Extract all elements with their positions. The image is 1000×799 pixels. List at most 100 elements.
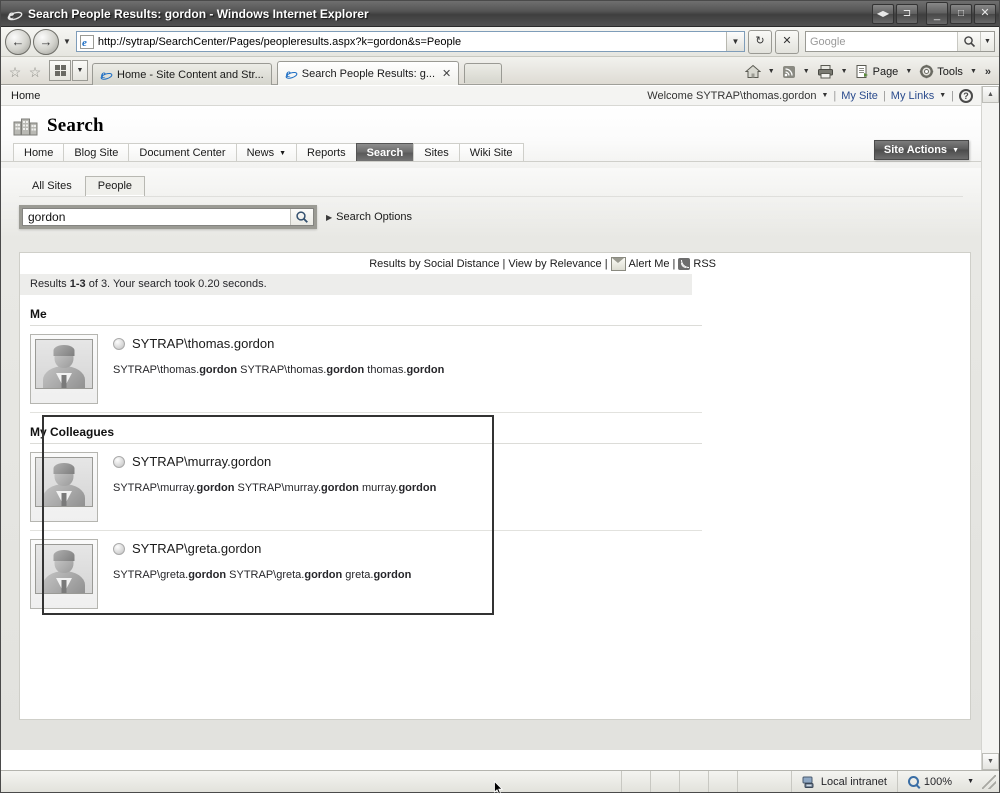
home-caret-icon[interactable]: ▼ [765, 68, 778, 75]
maximize-button[interactable]: □ [950, 3, 972, 24]
nav-item-news[interactable]: News ▼ [235, 143, 298, 162]
person-result-row[interactable]: SYTRAP\thomas.gordon SYTRAP\thomas.gordo… [20, 326, 970, 412]
close-button[interactable]: ✕ [974, 3, 996, 24]
browser-tab-home[interactable]: e Home - Site Content and Str... [92, 63, 272, 85]
address-dropdown-icon[interactable]: ▼ [726, 32, 744, 51]
breadcrumb[interactable]: Home [11, 90, 40, 102]
nav-item-home[interactable]: Home [13, 143, 65, 162]
search-provider-caret-icon[interactable]: ▼ [980, 32, 994, 51]
restore-left-button[interactable]: ◀▶ [872, 3, 894, 24]
add-to-favorites-icon[interactable]: ☆ [25, 60, 45, 84]
nav-label: Wiki Site [469, 147, 513, 159]
zoom-caret-icon[interactable]: ▼ [967, 778, 974, 785]
tab-list-caret-icon[interactable]: ▼ [72, 60, 88, 81]
feeds-icon [782, 65, 795, 78]
print-button[interactable] [814, 62, 837, 81]
person-name-link[interactable]: SYTRAP\greta.gordon [132, 541, 261, 556]
back-button[interactable]: ← [5, 28, 31, 55]
person-name-link[interactable]: SYTRAP\thomas.gordon [132, 336, 274, 351]
security-zone-indicator[interactable]: Local intranet [790, 771, 897, 792]
page-menu-button[interactable]: Page [852, 62, 902, 81]
quick-tabs-button[interactable] [49, 60, 71, 81]
presence-status-icon[interactable] [113, 337, 125, 350]
search-go-button[interactable] [290, 209, 313, 225]
nav-item-reports[interactable]: Reports [296, 143, 357, 162]
search-input[interactable] [806, 35, 957, 48]
page-caret-icon[interactable]: ▼ [902, 68, 915, 75]
people-search-box[interactable] [19, 205, 317, 229]
home-button[interactable] [742, 62, 764, 81]
restore-window-button[interactable]: ⊐ [896, 3, 918, 24]
nav-item-document-center[interactable]: Document Center [128, 143, 237, 162]
status-cell-3 [680, 771, 709, 792]
forward-button[interactable]: → [33, 28, 59, 55]
welcome-user-label[interactable]: Welcome SYTRAP\thomas.gordon [647, 90, 816, 102]
person-name-link[interactable]: SYTRAP\murray.gordon [132, 454, 271, 469]
avatar-frame[interactable] [30, 539, 98, 609]
scroll-track[interactable] [982, 103, 999, 753]
sharepoint-page: Home Welcome SYTRAP\thomas.gordon ▼ | My… [1, 86, 981, 770]
title-bar: e Search People Results: gordon - Window… [1, 1, 999, 27]
minimize-button[interactable]: _ [926, 2, 948, 25]
tab-bar: ☆ ☆ ▼ e Home - Site Content and Str... e… [1, 57, 999, 85]
help-icon[interactable]: ? [959, 88, 973, 103]
person-result-row[interactable]: SYTRAP\greta.gordon SYTRAP\greta.gordon … [20, 531, 970, 617]
welcome-caret-icon[interactable]: ▼ [821, 92, 828, 99]
page-vertical-scrollbar[interactable]: ▲ ▼ [981, 86, 999, 770]
rss-icon[interactable] [678, 258, 691, 270]
presence-status-icon[interactable] [113, 455, 125, 468]
tools-menu-button[interactable]: Tools [916, 62, 966, 81]
scroll-up-arrow-icon[interactable]: ▲ [982, 86, 999, 103]
site-actions-button[interactable]: Site Actions ▼ [873, 140, 969, 160]
zoom-control[interactable]: 100% ▼ [896, 771, 980, 792]
detail-part: SYTRAP\murray. [113, 482, 197, 494]
new-tab-button[interactable] [464, 63, 503, 83]
alert-me-icon[interactable] [610, 257, 626, 271]
search-options-toggle[interactable]: ▶ Search Options [326, 211, 412, 223]
avatar-frame[interactable] [30, 334, 98, 404]
tools-caret-icon[interactable]: ▼ [967, 68, 980, 75]
feeds-caret-icon[interactable]: ▼ [800, 68, 813, 75]
toolbar-overflow-icon[interactable]: » [981, 66, 995, 78]
person-result-row[interactable]: SYTRAP\murray.gordon SYTRAP\murray.gordo… [20, 444, 970, 530]
search-go-icon[interactable] [957, 32, 980, 51]
zoom-icon [907, 776, 919, 787]
feeds-button[interactable] [779, 63, 799, 81]
favorites-center-icon[interactable]: ☆ [5, 60, 25, 84]
detail-match: gordon [398, 482, 437, 494]
address-bar[interactable]: e http://sytrap/SearchCenter/Pages/peopl… [75, 31, 745, 52]
browser-search-box[interactable]: ▼ [805, 31, 995, 52]
my-links-caret-icon[interactable]: ▼ [939, 92, 946, 99]
nav-item-sites[interactable]: Sites [413, 143, 460, 162]
page-menu-label: Page [872, 65, 899, 78]
resize-grip-icon[interactable] [982, 774, 996, 789]
nav-item-blog-site[interactable]: Blog Site [63, 143, 130, 162]
person-info: SYTRAP\thomas.gordon SYTRAP\thomas.gordo… [113, 334, 444, 376]
page-title: Search [47, 115, 104, 136]
my-site-link[interactable]: My Site [841, 90, 878, 102]
stop-button[interactable]: ✕ [775, 29, 799, 54]
presence-status-icon[interactable] [113, 542, 125, 555]
scope-tab-people[interactable]: People [84, 176, 146, 196]
scope-tab-all-sites[interactable]: All Sites [19, 176, 85, 196]
my-links-link[interactable]: My Links [891, 90, 934, 102]
tab-close-icon[interactable]: ✕ [442, 67, 451, 80]
nav-item-wiki-site[interactable]: Wiki Site [458, 143, 524, 162]
search-scope-tabs: All Sites People [1, 168, 981, 196]
alert-me-link[interactable]: Alert Me [629, 258, 670, 270]
tab-favicon-icon: e [100, 69, 113, 81]
browser-tab-search-results[interactable]: e Search People Results: g... ✕ [276, 61, 460, 85]
toolbar-pipe-1: | [502, 258, 506, 270]
nav-item-search[interactable]: Search [355, 143, 415, 162]
print-caret-icon[interactable]: ▼ [838, 68, 851, 75]
avatar-frame[interactable] [30, 452, 98, 522]
history-dropdown-icon[interactable]: ▼ [63, 37, 71, 46]
nav-underline [1, 161, 981, 162]
rss-link[interactable]: RSS [693, 258, 716, 270]
sort-by-social-distance-link[interactable]: Results by Social Distance [369, 258, 499, 270]
search-body: All Sites People gordon ▶ Search Options… [1, 168, 981, 750]
refresh-button[interactable]: ↻ [748, 29, 772, 54]
scroll-down-arrow-icon[interactable]: ▼ [982, 753, 999, 770]
search-query-input[interactable] [23, 210, 290, 224]
view-by-relevance-link[interactable]: View by Relevance [508, 258, 601, 270]
